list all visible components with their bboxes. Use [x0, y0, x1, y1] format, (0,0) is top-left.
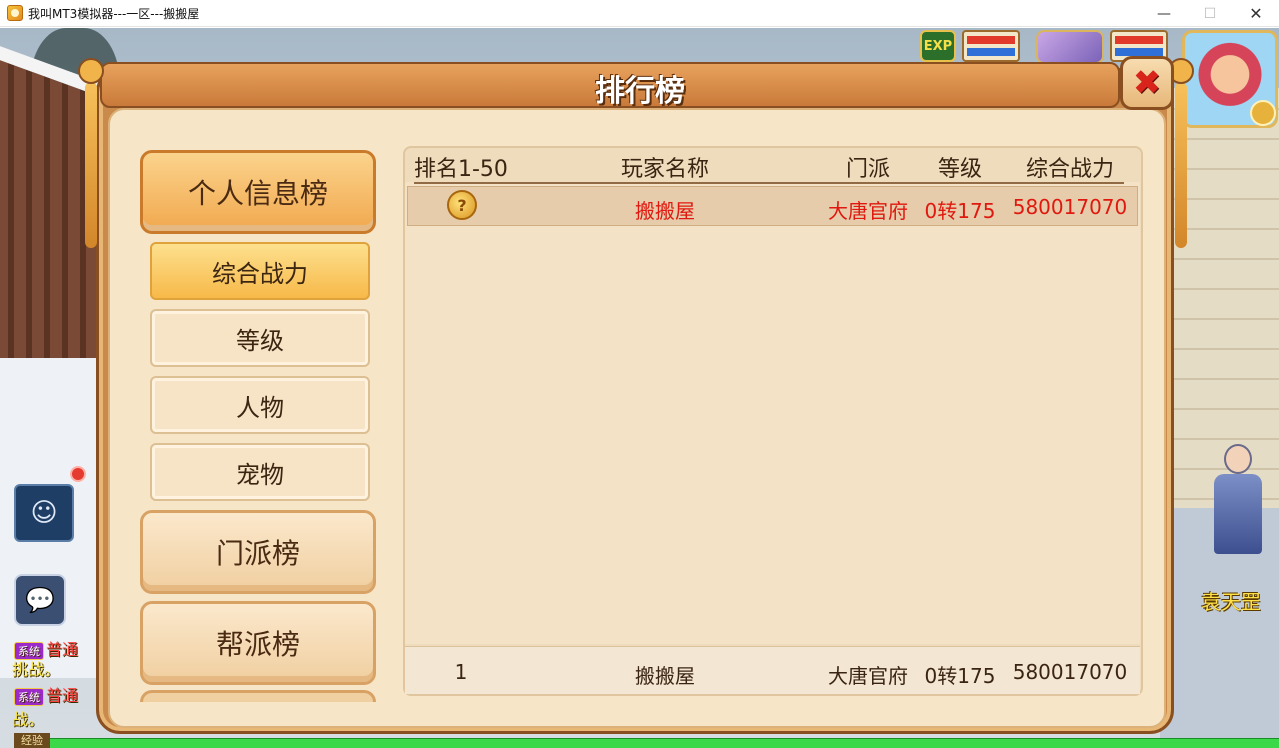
friends-icon[interactable]: ☺ — [14, 484, 74, 542]
column-player-name: 玩家名称 — [620, 157, 710, 182]
npc-character[interactable] — [1206, 440, 1270, 560]
my-power: 580017070 — [1012, 660, 1128, 684]
subtab-pet[interactable]: 宠物 — [150, 443, 370, 501]
row-school: 大唐官府 — [828, 199, 908, 223]
my-player-name: 搬搬屋 — [635, 664, 695, 688]
row-player-name: 搬搬屋 — [635, 199, 695, 223]
row-level: 0转175 — [924, 199, 996, 223]
window-titlebar: 我叫MT3模拟器---一区---搬搬屋 — ☐ ✕ — [0, 0, 1279, 27]
ranking-list — [405, 182, 1140, 644]
category-guild[interactable]: 帮派榜 — [140, 601, 376, 685]
column-rank: 排名1-50 — [414, 157, 508, 182]
chat-text: 普通 — [46, 686, 79, 705]
maximize-button[interactable]: ☐ — [1187, 0, 1233, 27]
category-personal[interactable]: 个人信息榜 — [140, 150, 376, 234]
row-power: 580017070 — [1012, 195, 1128, 219]
pet-status-bars — [962, 30, 1020, 62]
npc-body — [1214, 474, 1262, 554]
subtab-combat-power[interactable]: 综合战力 — [150, 242, 370, 300]
chat-text: 战。 — [12, 710, 45, 729]
notification-dot — [70, 466, 86, 482]
exp-bar-label: 经验 — [14, 733, 50, 748]
exp-button[interactable]: EXP — [920, 30, 956, 62]
header-divider — [414, 182, 1124, 184]
player-hp-bar — [1115, 36, 1163, 44]
portrait-badge-icon — [1250, 100, 1276, 126]
chat-text: 挑战。 — [12, 660, 61, 679]
minimize-button[interactable]: — — [1141, 0, 1187, 27]
column-school: 门派 — [845, 157, 891, 182]
chat-badge: 系统 — [14, 688, 44, 706]
chat-icon[interactable]: 💬 — [14, 574, 66, 626]
subtab-level[interactable]: 等级 — [150, 309, 370, 367]
rank-medal-icon: ? — [447, 190, 477, 220]
column-power: 综合战力 — [1025, 157, 1115, 182]
pet-portrait[interactable] — [1036, 30, 1104, 64]
app-icon — [7, 5, 23, 21]
category-school[interactable]: 门派榜 — [140, 510, 376, 594]
npc-head — [1224, 444, 1252, 474]
player-mp-bar — [1115, 48, 1163, 56]
exp-bar — [50, 738, 1279, 748]
chat-line: 系统 普通 — [14, 682, 78, 706]
my-level: 0转175 — [924, 664, 996, 688]
my-rank: 1 — [454, 660, 468, 684]
chat-line: 挑战。 — [12, 656, 60, 680]
window-title: 我叫MT3模拟器---一区---搬搬屋 — [28, 7, 200, 21]
dialog-close-button[interactable]: ✖ — [1120, 56, 1174, 110]
column-level: 等级 — [937, 157, 983, 182]
my-school: 大唐官府 — [828, 664, 908, 688]
tassel-ornament-left — [78, 58, 104, 248]
npc-name: 袁天罡 — [1201, 590, 1261, 614]
pet-mp-bar — [967, 48, 1015, 56]
window-close-button[interactable]: ✕ — [1233, 0, 1279, 27]
category-more[interactable] — [140, 690, 376, 702]
close-icon: ✖ — [1132, 63, 1162, 103]
pet-hp-bar — [967, 36, 1015, 44]
chat-line: 战。 — [12, 706, 44, 730]
dialog-title: 排行榜 — [595, 74, 685, 109]
subtab-character[interactable]: 人物 — [150, 376, 370, 434]
